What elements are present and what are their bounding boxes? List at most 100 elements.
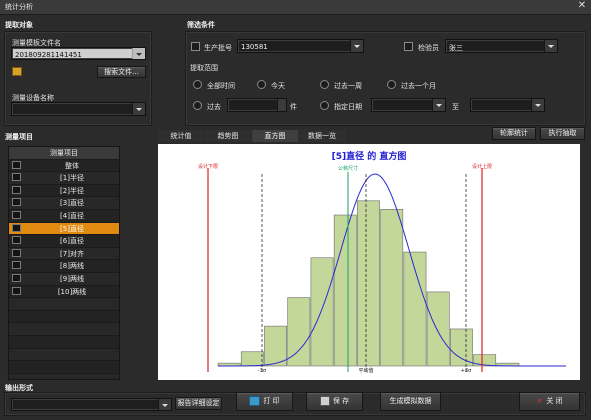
histogram-bar — [426, 291, 450, 367]
list-item[interactable] — [9, 298, 119, 311]
past-month-label: 过去一个月 — [401, 82, 436, 90]
list-item[interactable]: [10]两线 — [9, 286, 119, 299]
item-checkbox[interactable] — [12, 223, 21, 232]
batch-checkbox[interactable] — [191, 42, 200, 51]
list-item[interactable] — [9, 311, 119, 324]
list-item[interactable]: [5]直径 — [9, 222, 119, 236]
item-checkbox[interactable] — [12, 185, 21, 194]
item-label: [5]直径 — [60, 224, 84, 233]
close-button[interactable]: ✕ 关 闭 — [519, 392, 580, 411]
batch-value: 130581 — [241, 43, 268, 51]
tab-histogram[interactable]: 直方图 — [252, 130, 298, 142]
report-detail-button[interactable]: 报告详细设定 — [175, 397, 222, 410]
inspector-combo[interactable]: 张三 — [445, 39, 558, 53]
inspector-value: 张三 — [449, 44, 463, 52]
print-button[interactable]: 打 印 — [236, 392, 293, 411]
measure-section-title: 测量项目 — [5, 133, 33, 141]
device-combo[interactable] — [11, 102, 146, 116]
list-header: 测量项目 — [9, 147, 119, 160]
item-label: [9]两线 — [60, 274, 84, 283]
item-label: [8]两线 — [60, 262, 84, 271]
list-item[interactable]: [9]两线 — [9, 272, 119, 286]
end-date-combo[interactable] — [470, 98, 545, 112]
execute-extract-button[interactable]: 执行抽取 — [540, 127, 585, 140]
item-checkbox[interactable] — [12, 173, 21, 182]
radio-past[interactable] — [193, 101, 202, 110]
histogram-svg: [5]直径 的 直方图设计下限 设计上限 公称尺寸 -3σ 平均值 +3σ — [198, 150, 566, 374]
tab-data-list[interactable]: 数据一览 — [299, 130, 345, 142]
item-checkbox[interactable] — [12, 210, 21, 219]
item-checkbox[interactable] — [12, 160, 21, 169]
filter-section-title: 筛选条件 — [187, 21, 215, 29]
item-label: 整体 — [65, 161, 79, 170]
list-header-label: 测量项目 — [50, 149, 78, 157]
past-count-spinner[interactable] — [227, 98, 287, 112]
list-item[interactable]: [6]直径 — [9, 235, 119, 248]
printer-icon — [249, 396, 261, 406]
window-title: 统计分析 — [5, 3, 33, 11]
list-item[interactable]: [4]直径 — [9, 210, 119, 223]
measure-list: 测量项目 整体 [1]半径 [2]半径 [3]直径 [4]直径 [5]直径 [6]直径 [7]… — [8, 146, 120, 380]
spin-arrows-icon[interactable] — [277, 99, 286, 111]
tab-stats[interactable]: 统计值 — [158, 130, 204, 142]
list-item[interactable]: [3]直径 — [9, 197, 119, 210]
list-item[interactable]: [2]半径 — [9, 185, 119, 198]
list-item[interactable] — [9, 323, 119, 336]
past-label: 过去 — [207, 103, 221, 111]
save-icon — [319, 396, 330, 406]
batch-combo[interactable]: 130581 — [237, 39, 364, 53]
inspector-checkbox[interactable] — [404, 42, 413, 51]
item-checkbox[interactable] — [12, 248, 21, 257]
template-value: 201809281141451 — [15, 51, 82, 59]
minus3s-label: -3σ — [258, 368, 267, 374]
list-item[interactable]: [1]半径 — [9, 172, 119, 185]
radio-past-month[interactable] — [387, 80, 396, 89]
item-checkbox[interactable] — [12, 286, 21, 295]
item-label: [7]对齐 — [60, 249, 84, 258]
chevron-down-icon — [132, 103, 145, 115]
start-date-combo[interactable] — [371, 98, 446, 112]
list-item[interactable]: 整体 — [9, 160, 119, 173]
list-item[interactable] — [9, 361, 119, 374]
chevron-down-icon — [544, 40, 557, 52]
output-format-combo[interactable] — [11, 398, 172, 411]
item-label: [10]两线 — [57, 287, 87, 296]
list-item[interactable] — [9, 373, 119, 379]
radio-past-week[interactable] — [320, 80, 329, 89]
generate-sim-data-button[interactable]: 生成模拟数据 — [380, 392, 441, 411]
radio-date[interactable] — [320, 101, 329, 110]
list-item[interactable]: [7]对齐 — [9, 247, 119, 261]
profile-stats-button[interactable]: 轮廓统计 — [492, 127, 536, 140]
tab-trend[interactable]: 趋势图 — [205, 130, 251, 142]
date-label: 指定日期 — [334, 103, 362, 111]
list-item[interactable] — [9, 348, 119, 362]
chevron-down-icon — [531, 99, 544, 111]
list-item[interactable] — [9, 336, 119, 349]
item-checkbox[interactable] — [12, 198, 21, 207]
save-button[interactable]: 保 存 — [306, 392, 363, 411]
item-checkbox[interactable] — [12, 261, 21, 270]
radio-all-time[interactable] — [193, 80, 202, 89]
list-item[interactable]: [8]两线 — [9, 260, 119, 273]
all-time-label: 全部时间 — [207, 82, 235, 90]
template-combo[interactable]: 201809281141451 — [11, 47, 146, 60]
close-label: 关 闭 — [546, 397, 563, 405]
close-icon[interactable]: ✕ — [576, 0, 588, 13]
histogram-bar — [240, 351, 264, 367]
item-label: [4]直径 — [60, 211, 84, 220]
browse-file-button[interactable]: 搜索文件... — [97, 66, 146, 78]
unit-label: 件 — [290, 103, 297, 111]
item-label: [2]半径 — [60, 186, 84, 195]
histogram-bar — [357, 200, 380, 367]
histogram-chart: [5]直径 的 直方图 设计下限 设计上限 公称尺寸 -3σ 平均值 +3σ — [158, 144, 580, 380]
range-label: 提取范围 — [190, 64, 218, 72]
tab-bar: 统计值 趋势图 直方图 数据一览 — [158, 130, 376, 142]
folder-icon[interactable] — [12, 67, 22, 76]
radio-today[interactable] — [257, 80, 266, 89]
item-checkbox[interactable] — [12, 273, 21, 282]
item-checkbox[interactable] — [12, 236, 21, 245]
chevron-down-icon — [350, 40, 363, 52]
item-label: [3]直径 — [60, 199, 84, 208]
mean-label: 平均值 — [358, 367, 373, 374]
batch-label: 生产批号 — [204, 44, 232, 52]
